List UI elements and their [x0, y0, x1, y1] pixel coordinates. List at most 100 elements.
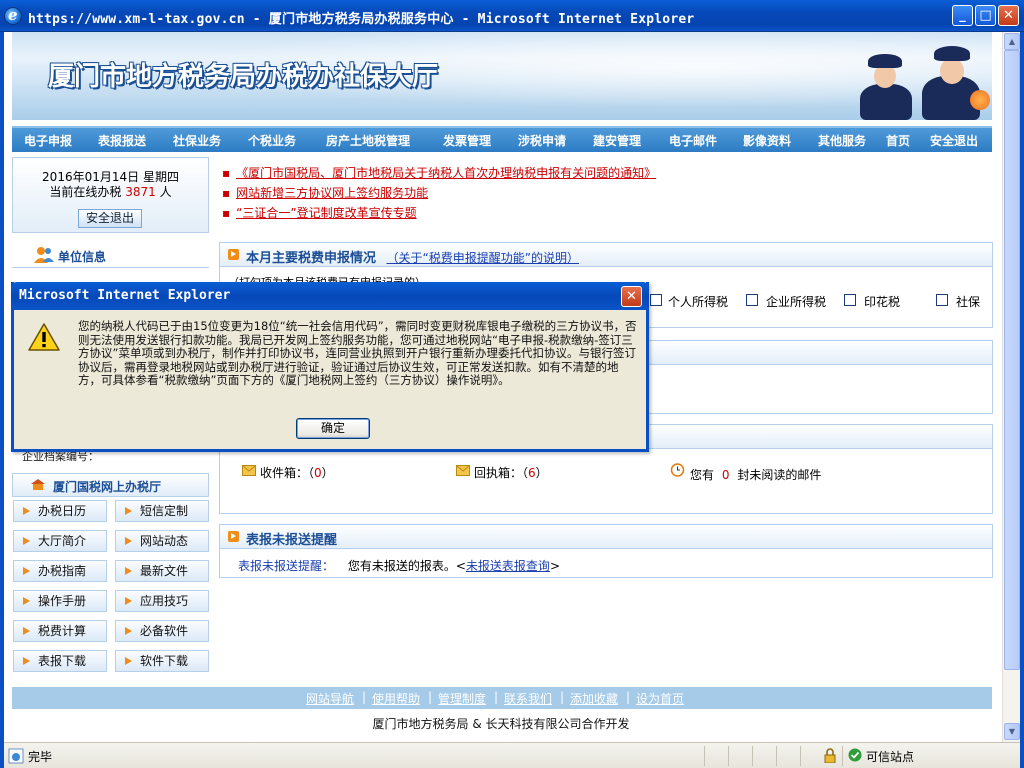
menu-construction[interactable]: 建安管理	[593, 128, 641, 154]
status-text: 完毕	[28, 750, 53, 764]
clock-icon	[670, 462, 685, 477]
inbox-count: 0	[314, 466, 322, 480]
menu-image-data[interactable]: 影像资料	[743, 128, 791, 154]
receipt-count-line[interactable]: 回执箱：（6）	[474, 464, 548, 481]
warning-icon	[28, 322, 60, 352]
dialog-close-button[interactable]: ✕	[621, 286, 642, 307]
checkbox-social-security[interactable]	[936, 294, 948, 306]
side-button-report-download[interactable]: 表报下载	[13, 650, 107, 672]
maximize-button[interactable]: □	[975, 5, 996, 26]
main-menu: 电子申报 表报报送 社保业务 个税业务 房产土地税管理 发票管理 涉税申请 建安…	[12, 126, 992, 152]
side-button-tax-calendar[interactable]: 办税日历	[13, 500, 107, 522]
side-button-software[interactable]: 必备软件	[115, 620, 209, 642]
stamp-tax-label: 印花税	[864, 295, 901, 309]
window-titlebar[interactable]: https://www.xm-l-tax.gov.cn - 厦门市地方税务局办税…	[0, 0, 1024, 32]
scroll-thumb[interactable]	[1004, 50, 1020, 670]
close-window-button[interactable]: ✕	[998, 5, 1019, 26]
window-frame-right	[1020, 32, 1024, 768]
arrow-icon	[228, 249, 239, 260]
unreported-section: 表报未报送提醒 表报未报送提醒： 您有未报送的报表。<未报送表报查询>	[219, 524, 993, 578]
envelope-icon	[456, 465, 470, 476]
security-zone-text: 可信站点	[866, 750, 915, 764]
officers-illustration	[852, 46, 992, 120]
menu-social-security[interactable]: 社保业务	[173, 128, 221, 154]
online-count: 3871	[125, 185, 156, 199]
side-button-manual[interactable]: 操作手册	[13, 590, 107, 612]
trusted-site-icon	[848, 748, 862, 762]
side-button-tips[interactable]: 应用技巧	[115, 590, 209, 612]
receipt-count: 6	[528, 466, 536, 480]
menu-e-declare[interactable]: 电子申报	[24, 128, 72, 154]
unreported-label: 表报未报送提醒：	[238, 559, 335, 573]
footer-link-rules[interactable]: 管理制度	[438, 690, 486, 707]
unreported-title: 表报未报送提醒	[246, 533, 338, 548]
vertical-scrollbar[interactable]: ▲ ▼	[1002, 32, 1020, 742]
footer-link-sitemap[interactable]: 网站导航	[306, 690, 354, 707]
monthly-explain-link[interactable]: （关于“税费申报提醒功能”的说明）	[387, 251, 579, 265]
dialog-message: 您的纳税人代码已于由15位变更为18位“统一社会信用代码”，需同时变更财税库银电…	[78, 319, 637, 387]
notice-item: ▪ 《厦门市国税局、厦门市地税局关于纳税人首次办理纳税申报有关问题的通知》	[222, 166, 657, 180]
status-bar: 完毕 可信站点	[4, 742, 1020, 768]
window-title: https://www.xm-l-tax.gov.cn - 厦门市地方税务局办税…	[28, 12, 695, 27]
inbox-count-line[interactable]: 收件箱：（0）	[260, 464, 334, 481]
notice-link-three-in-one[interactable]: “三证合一”登记制度改革宣传专题	[236, 206, 416, 220]
menu-tax-application[interactable]: 涉税申请	[518, 128, 566, 154]
side-button-guide[interactable]: 办税指南	[13, 560, 107, 582]
side-button-sms[interactable]: 短信定制	[115, 500, 209, 522]
notice-item: ▪ 网站新增三方协议网上签约服务功能	[222, 186, 429, 200]
unreported-query-link[interactable]: 未报送表报查询	[466, 559, 550, 573]
menu-invoice[interactable]: 发票管理	[443, 128, 491, 154]
ok-button[interactable]: 确定	[296, 418, 370, 439]
dialog-title: Microsoft Internet Explorer	[19, 288, 231, 303]
page-done-icon	[8, 748, 24, 764]
national-hall-header[interactable]: 厦门国税网上办税厅	[12, 473, 209, 497]
envelope-icon	[242, 465, 256, 476]
side-button-latest-docs[interactable]: 最新文件	[115, 560, 209, 582]
unreported-text: 您有未报送的报表。	[347, 559, 456, 573]
menu-report-submit[interactable]: 表报报送	[98, 128, 146, 154]
personal-tax-label: 个人所得税	[668, 295, 729, 309]
unit-info-header: 单位信息	[12, 242, 209, 268]
side-button-site-news[interactable]: 网站动态	[115, 530, 209, 552]
menu-personal-tax[interactable]: 个税业务	[248, 128, 296, 154]
menu-email[interactable]: 电子邮件	[669, 128, 717, 154]
side-button-software-download[interactable]: 软件下载	[115, 650, 209, 672]
lock-icon	[824, 748, 836, 764]
checkbox-personal-tax[interactable]	[650, 294, 662, 306]
menu-home[interactable]: 首页	[886, 128, 910, 154]
ie-logo-icon	[4, 6, 22, 25]
arrow-icon	[228, 531, 239, 542]
social-security-label: 社保	[956, 295, 981, 309]
online-count-line: 当前在线办税 3871 人	[49, 185, 172, 199]
side-button-tax-calc[interactable]: 税费计算	[13, 620, 107, 642]
side-button-hall-intro[interactable]: 大厅简介	[13, 530, 107, 552]
people-icon	[34, 246, 54, 263]
footer-nav: 网站导航 | 使用帮助 | 管理制度 | 联系我们 | 添加收藏 | 设为首页	[12, 687, 992, 709]
monthly-title: 本月主要税费申报情况	[246, 251, 377, 266]
banner-title: 厦门市地方税务局办税办社保大厅	[48, 62, 439, 92]
checkbox-stamp-tax[interactable]	[844, 294, 856, 306]
footer-link-favorite[interactable]: 添加收藏	[570, 690, 618, 707]
corporate-tax-label: 企业所得税	[766, 295, 827, 309]
copyright: 厦门市地方税务局 & 长天科技有限公司合作开发	[372, 717, 630, 731]
menu-logout[interactable]: 安全退出	[930, 128, 978, 154]
dialog-titlebar[interactable]: Microsoft Internet Explorer ✕	[11, 282, 649, 310]
checkbox-corporate-tax[interactable]	[746, 294, 758, 306]
logout-button[interactable]: 安全退出	[78, 209, 142, 228]
menu-property-land[interactable]: 房产土地税管理	[326, 128, 410, 154]
scroll-up-arrow-icon[interactable]: ▲	[1004, 33, 1020, 50]
menu-other-services[interactable]: 其他服务	[818, 128, 866, 154]
footer-link-contact[interactable]: 联系我们	[504, 690, 552, 707]
footer-link-homepage[interactable]: 设为首页	[636, 690, 684, 707]
unread-mail-line: 您有 0 封未阅读的邮件	[690, 468, 822, 482]
notice-link-three-party[interactable]: 网站新增三方协议网上签约服务功能	[236, 186, 428, 200]
hall-icon	[31, 479, 45, 491]
unit-info-title: 单位信息	[58, 250, 107, 264]
national-hall-link[interactable]: 厦门国税网上办税厅	[53, 478, 161, 495]
footer-link-help[interactable]: 使用帮助	[372, 690, 420, 707]
window-frame-left	[0, 32, 4, 768]
minimize-button[interactable]: _	[952, 5, 973, 26]
notice-link-first-declare[interactable]: 《厦门市国税局、厦门市地税局关于纳税人首次办理纳税申报有关问题的通知》	[236, 166, 656, 180]
site-banner: 厦门市地方税务局办税办社保大厅	[12, 32, 992, 120]
scroll-down-arrow-icon[interactable]: ▼	[1004, 723, 1020, 740]
